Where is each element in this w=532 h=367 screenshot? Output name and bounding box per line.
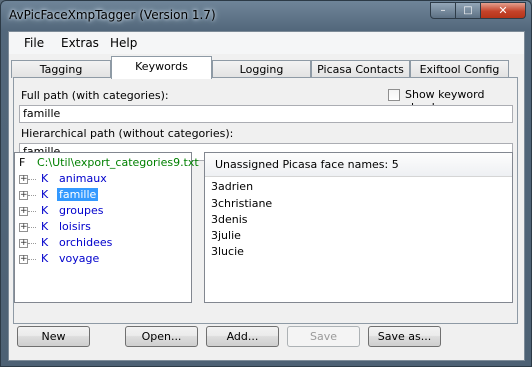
save-as-button[interactable]: Save as... xyxy=(368,326,441,347)
open-button[interactable]: Open... xyxy=(125,326,198,347)
tab-strip: Tagging Keywords Logging Picasa Contacts… xyxy=(9,56,524,79)
tab-picasa-contacts[interactable]: Picasa Contacts xyxy=(311,60,410,78)
menu-file[interactable]: File xyxy=(24,36,44,50)
maximize-button[interactable]: □ xyxy=(456,2,481,19)
type-label: K xyxy=(41,252,49,265)
maximize-icon: □ xyxy=(463,5,473,16)
expand-icon[interactable]: + xyxy=(19,207,28,216)
window-title: AvPicFaceXmpTagger (Version 1.7) xyxy=(9,8,216,22)
node-label[interactable]: loisirs xyxy=(57,220,93,233)
close-button[interactable]: ✕ xyxy=(481,2,526,19)
root-type: F xyxy=(19,156,26,169)
full-path-field[interactable]: famille xyxy=(19,105,513,123)
type-label: K xyxy=(41,204,49,217)
tab-tagging[interactable]: Tagging xyxy=(11,60,111,78)
title-bar[interactable]: AvPicFaceXmpTagger (Version 1.7) – □ ✕ xyxy=(1,1,531,31)
face-item[interactable]: 3lucie xyxy=(211,245,244,258)
expand-icon[interactable]: + xyxy=(19,191,28,200)
face-item[interactable]: 3julie xyxy=(211,229,241,242)
node-label[interactable]: voyage xyxy=(57,252,101,265)
close-icon: ✕ xyxy=(498,4,508,17)
node-label[interactable]: animaux xyxy=(57,172,109,185)
type-label: K xyxy=(41,220,49,233)
picasa-face-list[interactable]: Unassigned Picasa face names: 5 3adrien … xyxy=(204,152,513,303)
type-label: K xyxy=(41,236,49,249)
face-list-header: Unassigned Picasa face names: 5 xyxy=(205,153,512,177)
menu-help[interactable]: Help xyxy=(110,36,137,50)
node-label[interactable]: groupes xyxy=(57,204,105,217)
tab-exiftool-config[interactable]: Exiftool Config xyxy=(410,60,509,78)
node-label[interactable]: orchidees xyxy=(57,236,114,249)
client-area: File Extras Help Tagging Keywords Loggin… xyxy=(8,31,525,361)
keyword-tree[interactable]: F C:\Util\export_categories9.txt + K ani… xyxy=(14,152,199,303)
tab-logging[interactable]: Logging xyxy=(212,60,311,78)
hier-path-label: Hierarchical path (without categories): xyxy=(21,127,234,140)
node-label-selected[interactable]: famille xyxy=(57,188,99,201)
expand-icon[interactable]: + xyxy=(19,255,28,264)
type-label: K xyxy=(41,172,49,185)
menu-extras[interactable]: Extras xyxy=(61,36,99,50)
face-item[interactable]: 3adrien xyxy=(211,180,253,193)
face-item[interactable]: 3christiane xyxy=(211,197,272,210)
minimize-icon: – xyxy=(440,5,446,16)
root-path: C:\Util\export_categories9.txt xyxy=(37,156,199,169)
add-button[interactable]: Add... xyxy=(206,326,279,347)
save-button[interactable]: Save xyxy=(287,326,360,347)
face-item[interactable]: 3denis xyxy=(211,213,248,226)
new-button[interactable]: New xyxy=(17,326,90,347)
face-list-header-label: Unassigned Picasa face names: 5 xyxy=(215,158,399,171)
expand-icon[interactable]: + xyxy=(19,223,28,232)
app-window: AvPicFaceXmpTagger (Version 1.7) – □ ✕ F… xyxy=(0,0,532,367)
show-keyword-cloud-checkbox[interactable] xyxy=(388,89,400,101)
full-path-label: Full path (with categories): xyxy=(21,89,169,102)
tab-keywords[interactable]: Keywords xyxy=(111,56,212,79)
minimize-button[interactable]: – xyxy=(430,2,456,19)
menu-bar: File Extras Help xyxy=(9,32,524,54)
type-label: K xyxy=(41,188,49,201)
expand-icon[interactable]: + xyxy=(19,239,28,248)
expand-icon[interactable]: + xyxy=(19,175,28,184)
